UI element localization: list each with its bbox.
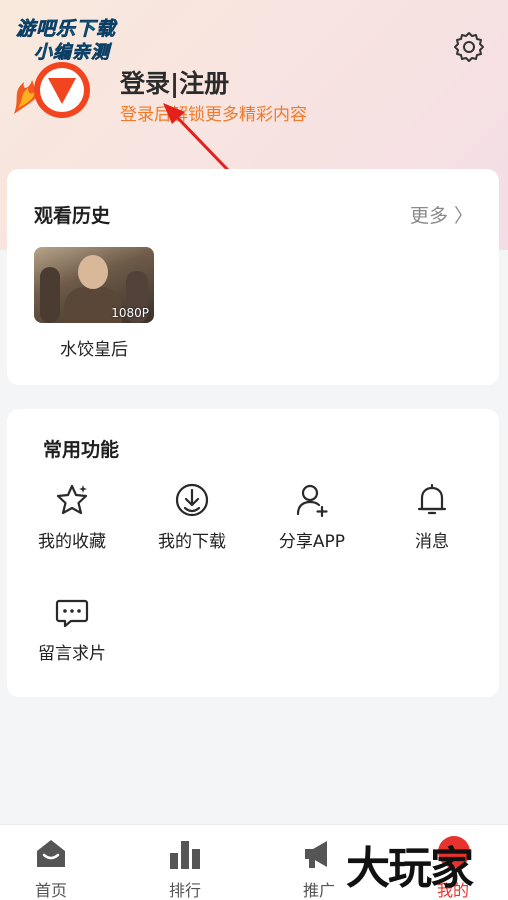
common-functions-title: 常用功能 [43,439,120,461]
watermark-text: 大玩家 [346,843,474,894]
video-title[interactable]: 水饺皇后 [34,335,154,360]
megaphone-icon [305,841,327,868]
watch-history-title: 观看历史 [34,205,111,227]
download-icon [175,483,209,517]
favorites-button[interactable]: 我的收藏 [17,481,127,552]
downloads-button[interactable]: 我的下载 [137,481,247,552]
share-app-button[interactable]: 分享APP [257,481,367,552]
request-movie-label: 留言求片 [38,644,106,664]
watch-history-card: 观看历史 更多 〉 1080P 水饺皇后 [7,169,499,385]
tab-ranking-label: 排行 [168,881,201,900]
messages-button[interactable]: 消息 [377,481,487,552]
chat-icon [55,599,89,628]
tab-home[interactable]: 首页 [6,837,96,900]
star-icon [56,484,88,515]
tab-ranking[interactable]: 排行 [140,837,230,900]
watermark-line1: 游吧乐下载 [16,18,117,41]
quality-badge: 1080P [111,306,149,320]
ranking-icon [170,841,200,869]
home-icon [37,840,65,867]
user-add-icon [296,484,328,518]
watermark-logo: 游吧乐下载 小编亲测 [10,10,150,64]
login-register-link[interactable]: 登录|注册 [120,64,229,100]
request-movie-button[interactable]: 留言求片 [17,593,127,664]
messages-label: 消息 [415,532,449,552]
favorites-label: 我的收藏 [38,532,106,552]
settings-gear-icon[interactable] [452,30,486,64]
login-subtitle: 登录后解锁更多精彩内容 [120,105,307,125]
app-logo [10,58,96,122]
common-functions-card: 常用功能 我的收藏 我的下载 分享APP 消息 留言求片 [7,409,499,697]
video-thumbnail[interactable]: 1080P [34,247,154,323]
bell-icon [417,483,447,515]
tab-home-label: 首页 [34,881,67,900]
share-app-label: 分享APP [278,532,346,552]
downloads-label: 我的下载 [158,532,226,552]
history-more-link[interactable]: 更多 〉 [410,201,473,228]
